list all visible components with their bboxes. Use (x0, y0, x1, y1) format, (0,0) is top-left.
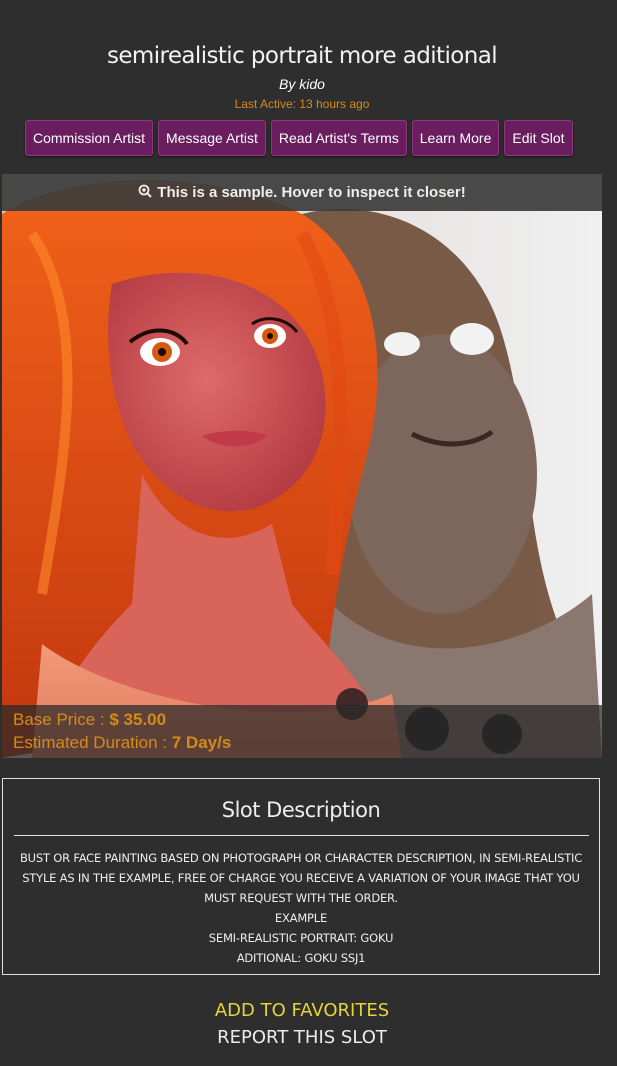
action-button-bar: Commission Artist Message Artist Read Ar… (25, 120, 573, 156)
duration-label: Estimated Duration : (13, 733, 172, 752)
description-line: EXAMPLE (274, 911, 328, 925)
base-price-label: Base Price : (13, 710, 110, 729)
description-line: ADITIONAL: GOKU SSJ1 (236, 951, 366, 965)
report-slot-link[interactable]: REPORT THIS SLOT (0, 1027, 604, 1048)
read-terms-button[interactable]: Read Artist's Terms (270, 120, 407, 156)
commission-artist-button[interactable]: Commission Artist (25, 120, 154, 156)
sample-image[interactable]: This is a sample. Hover to inspect it cl… (2, 174, 602, 758)
description-line: SEMI-REALISTIC PORTRAIT: GOKU (208, 931, 394, 945)
message-artist-button[interactable]: Message Artist (158, 120, 266, 156)
description-line: BUST OR FACE PAINTING BASED ON PHOTOGRAP… (19, 851, 583, 905)
edit-slot-button[interactable]: Edit Slot (504, 120, 573, 156)
duration-value: 7 Day/s (171, 733, 232, 752)
base-price-value: $ 35.00 (109, 710, 167, 729)
divider (14, 835, 589, 836)
sample-notice-text: This is a sample. Hover to inspect it cl… (157, 184, 466, 201)
slot-description-body: BUST OR FACE PAINTING BASED ON PHOTOGRAP… (13, 848, 589, 968)
add-to-favorites-link[interactable]: ADD TO FAVORITES (0, 1000, 604, 1021)
slot-description-title: Slot Description (221, 798, 381, 822)
zoom-in-icon (138, 184, 152, 202)
price-panel: Base Price : $ 35.00 Estimated Duration … (2, 705, 602, 758)
duration-row: Estimated Duration : 7 Day/s (13, 733, 231, 753)
artist-byline[interactable]: By kido (0, 76, 604, 92)
slot-description-panel: Slot Description BUST OR FACE PAINTING B… (2, 778, 600, 975)
last-active-status: Last Active: 13 hours ago (234, 97, 370, 111)
base-price-row: Base Price : $ 35.00 (13, 710, 166, 730)
slot-title: semirealistic portrait more aditional (107, 43, 498, 69)
portrait-artwork (2, 174, 602, 758)
learn-more-button[interactable]: Learn More (411, 120, 500, 156)
sample-notice-banner: This is a sample. Hover to inspect it cl… (2, 174, 602, 211)
